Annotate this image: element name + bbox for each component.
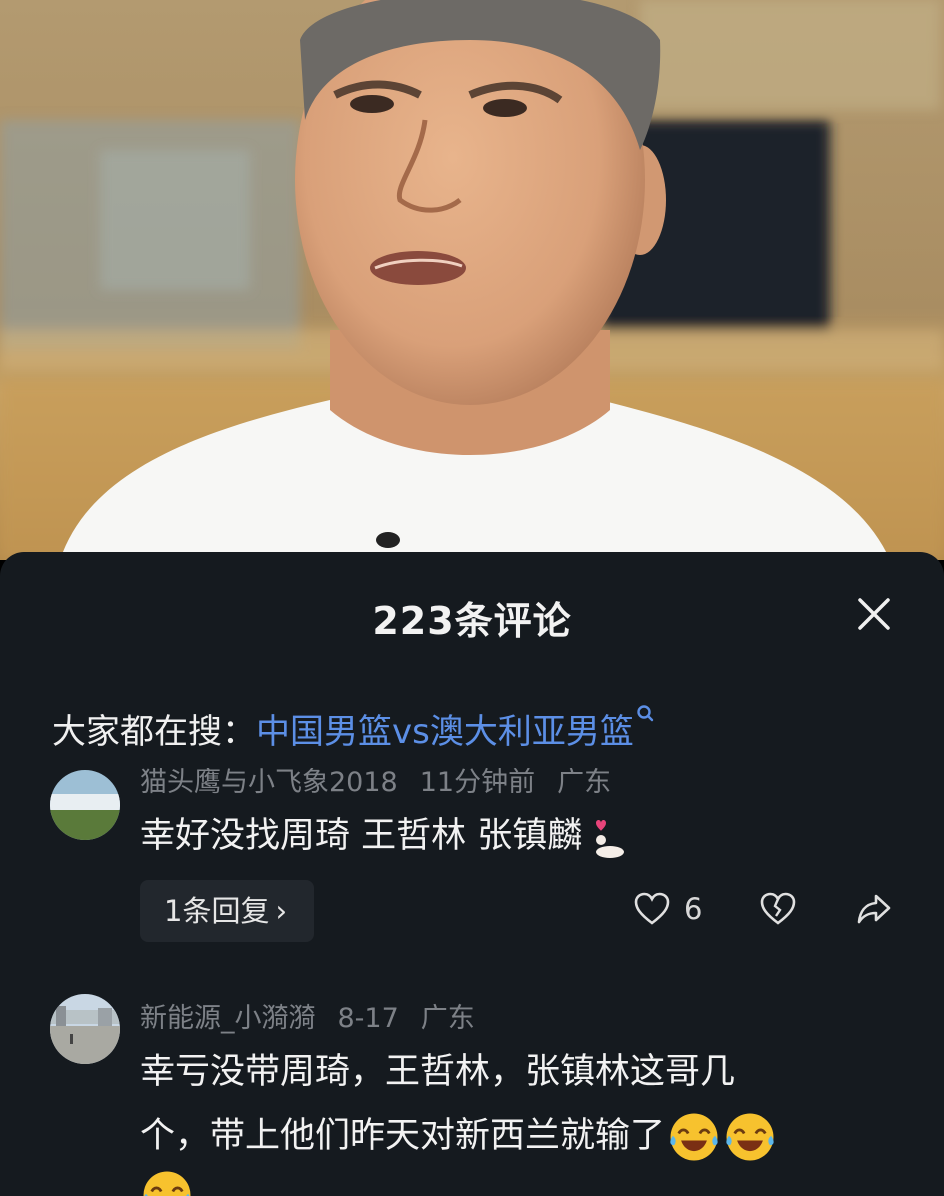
comment-time: 8-17 <box>337 1003 399 1034</box>
close-button[interactable] <box>852 592 896 636</box>
share-icon <box>857 894 891 924</box>
app-screen: 223条评论 大家都在搜：中国男篮vs澳大利亚男篮 猫头鹰与小飞象2018 11分… <box>0 0 944 1196</box>
search-icon <box>637 705 654 722</box>
trending-search-query: 中国男篮vs澳大利亚男篮 <box>256 712 634 752</box>
comment-body-line: 幸亏没带周琦，王哲林，张镇林这哥几 <box>140 1052 736 1092</box>
comment-body-line-with-emoji: 个，带上他们昨天对新西兰就输了 <box>140 1104 777 1168</box>
comment-meta: 新能源_小漪漪 8-17 广东 <box>140 996 497 1035</box>
comment-location: 广东 <box>420 1003 475 1034</box>
comment-meta: 猫头鹰与小飞象2018 11分钟前 广东 <box>140 767 633 799</box>
laugh-cry-emoji <box>670 1113 718 1161</box>
comment-body-line: 个，带上他们昨天对新西兰就输了 <box>140 1116 666 1156</box>
trending-search-row: 大家都在搜：中国男篮vs澳大利亚男篮 <box>52 704 654 753</box>
laugh-cry-emoji <box>726 1113 774 1161</box>
trending-search-label: 大家都在搜： <box>52 712 256 752</box>
dislike-button[interactable] <box>760 892 796 930</box>
avatar[interactable] <box>50 770 120 840</box>
video-player[interactable] <box>0 0 944 560</box>
comment-text: 幸亏没带周琦，王哲林，张镇林这哥几 个，带上他们昨天对新西兰就输了 <box>140 1040 777 1196</box>
comment-username[interactable]: 新能源_小漪漪 <box>140 1003 316 1034</box>
avatar-image <box>50 994 120 1064</box>
view-replies-label: 1条回复 <box>164 894 270 928</box>
laugh-cry-emoji <box>143 1171 191 1196</box>
comment-text: 幸好没找周琦 王哲林 张镇麟 <box>140 804 630 868</box>
comment-time: 11分钟前 <box>419 767 536 798</box>
avatar-image <box>50 770 120 840</box>
comment-username[interactable]: 猫头鹰与小飞象2018 <box>140 768 398 798</box>
shy-emoji <box>596 820 625 858</box>
chevron-right-icon: › <box>275 894 288 928</box>
close-icon <box>858 598 890 630</box>
comment-location: 广东 <box>557 767 612 798</box>
comment-body: 幸好没找周琦 王哲林 张镇麟 <box>140 816 583 856</box>
like-count: 6 <box>684 892 703 926</box>
avatar[interactable] <box>50 994 120 1064</box>
trending-search-link[interactable]: 中国男篮vs澳大利亚男篮 <box>256 705 654 752</box>
video-frame-image <box>0 0 944 560</box>
comments-sheet: 223条评论 大家都在搜：中国男篮vs澳大利亚男篮 猫头鹰与小飞象2018 11分… <box>0 552 944 1196</box>
comments-count-title: 223条评论 <box>372 599 572 643</box>
broken-heart-icon <box>760 892 796 925</box>
heart-icon <box>634 892 670 925</box>
comment-emoji-line <box>140 1168 777 1196</box>
view-replies-button[interactable]: 1条回复 › <box>140 880 314 942</box>
share-button[interactable] <box>856 892 892 930</box>
like-button[interactable] <box>634 892 670 930</box>
